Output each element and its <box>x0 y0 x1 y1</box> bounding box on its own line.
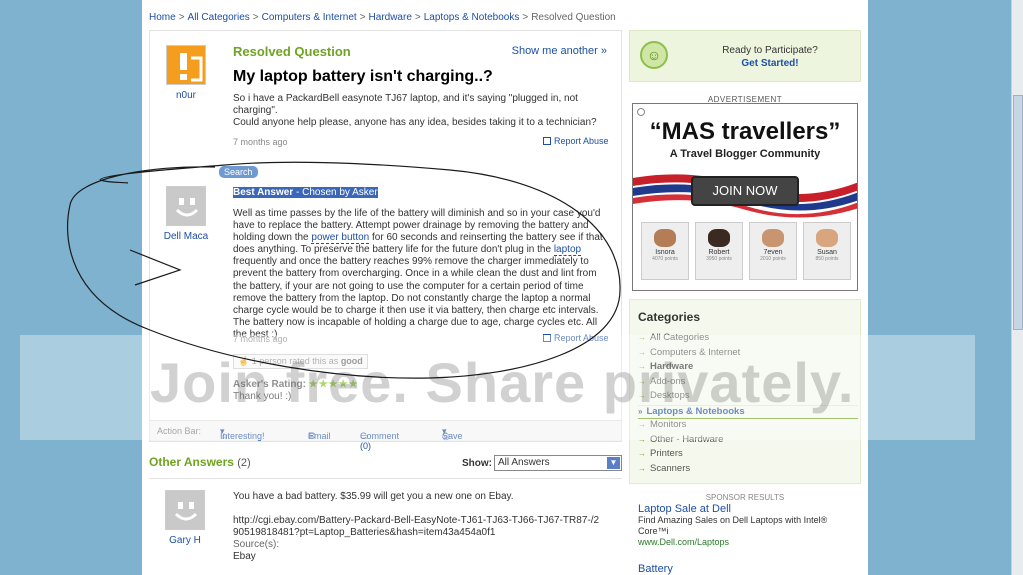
smiley-avatar-icon <box>174 502 198 521</box>
sponsor-title-next[interactable]: Battery <box>638 563 673 575</box>
ad-subheadline: A Travel Blogger Community <box>669 148 821 160</box>
other-answer-body: You have a bad battery. $35.99 will get … <box>233 491 603 563</box>
ad-people-row: Isnora 4070 points Robert 3950 points 7eve… <box>641 222 851 280</box>
breadcrumb-computers-internet[interactable]: Computers & Internet <box>262 12 357 23</box>
breadcrumb-home[interactable]: Home <box>149 12 176 23</box>
exclamation-avatar-icon <box>180 53 203 82</box>
breadcrumb-separator: > <box>522 12 529 23</box>
source-label: Source(s): <box>233 539 280 550</box>
person-photo <box>708 229 730 247</box>
person-points: 4070 points <box>652 256 678 262</box>
question-body: So i have a PackardBell easynote TJ67 la… <box>233 93 597 128</box>
page-container: Home > All Categories > Computers & Internet… <box>142 0 868 575</box>
breadcrumb-separator: > <box>252 12 259 23</box>
show-filter-select[interactable]: All Answers ▼ <box>494 455 622 471</box>
person-photo <box>816 229 838 247</box>
scrollbar-thumb[interactable] <box>1013 95 1023 330</box>
arrow-bullet-icon: → <box>638 449 646 458</box>
other-answer-line: You have a bad battery. $35.99 will get … <box>233 491 514 502</box>
show-another-link[interactable]: Show me another » <box>512 45 607 57</box>
other-answerer-name[interactable]: Gary H <box>155 535 215 546</box>
category-item-scanners[interactable]: → Scanners <box>638 463 858 478</box>
question-title: My laptop battery isn't charging..? <box>233 68 493 85</box>
ad-person-card: 7even 2010 points <box>749 222 797 280</box>
question-time: 7 months ago <box>233 137 288 147</box>
arrow-bullet-icon: → <box>638 463 646 473</box>
person-points: 3950 points <box>706 256 732 262</box>
breadcrumb-current: Resolved Question <box>531 12 616 23</box>
ad-person-card: Robert 3950 points <box>695 222 743 280</box>
best-answer-body: Well as time passes by the life of the b… <box>233 208 605 341</box>
report-abuse-question[interactable]: Report Abuse <box>543 136 609 146</box>
answer-text: frequently and once the battery reaches … <box>233 256 599 340</box>
categories-title: Categories <box>638 310 701 324</box>
report-abuse-label: Report Abuse <box>554 136 609 146</box>
person-name: Isnora <box>655 249 675 256</box>
page-scrollbar[interactable] <box>1011 0 1023 575</box>
breadcrumb-separator: > <box>359 12 366 23</box>
watermark-text: Join free. Share privately. <box>150 351 855 414</box>
other-answers-heading: Other Answers (2) <box>149 455 251 469</box>
category-label: Printers <box>650 448 683 459</box>
person-photo <box>654 229 676 247</box>
breadcrumb-laptops-notebooks[interactable]: Laptops & Notebooks <box>424 12 520 23</box>
flag-icon <box>543 137 551 145</box>
show-filter-value: All Answers <box>498 457 550 468</box>
ad-headline: “MAS travellers” <box>649 118 841 145</box>
answerer-avatar[interactable] <box>166 186 206 226</box>
answerer-name[interactable]: Dell Maca <box>156 231 216 242</box>
breadcrumb-hardware[interactable]: Hardware <box>369 12 412 23</box>
get-started-link[interactable]: Get Started! <box>690 58 850 69</box>
join-now-button[interactable]: JOIN NOW <box>691 176 799 206</box>
refresh-icon <box>637 108 645 116</box>
best-answer-label: Best Answer <box>233 187 294 198</box>
ad-person-card: Susan 850 points <box>803 222 851 280</box>
sponsor-result[interactable]: Laptop Sale at Dell Find Amazing Sales o… <box>638 503 853 547</box>
participate-box[interactable]: ☺ Ready to Participate? Get Started! <box>629 30 861 82</box>
show-filter-label: Show: <box>462 458 492 469</box>
person-name: 7even <box>763 249 783 256</box>
advertisement-banner[interactable]: “MAS travellers” A Travel Blogger Commun… <box>632 103 858 291</box>
breadcrumb-all-categories[interactable]: All Categories <box>188 12 250 23</box>
participate-text: Ready to Participate? <box>722 45 818 56</box>
category-label: Scanners <box>650 462 691 474</box>
best-answer-heading: Best Answer - Chosen by Asker <box>233 187 378 198</box>
person-name: Susan <box>817 249 837 256</box>
chosen-by-label: - Chosen by Asker <box>293 187 378 198</box>
power-button-link[interactable]: power button <box>311 232 370 245</box>
other-answer-url[interactable]: http://cgi.ebay.com/Battery-Packard-Bell… <box>233 515 603 539</box>
asker-name[interactable]: n0ur <box>156 90 216 101</box>
sponsor-results-label: SPONSOR RESULTS <box>705 493 785 502</box>
sponsor-url[interactable]: www.Dell.com/Laptops <box>638 537 853 547</box>
other-answers-count: (2) <box>237 457 251 469</box>
person-photo <box>762 229 784 247</box>
breadcrumb-separator: > <box>414 12 421 23</box>
smiley-icon: ☺ <box>640 41 668 69</box>
person-name: Robert <box>708 249 730 256</box>
person-points: 850 points <box>815 256 839 262</box>
asker-avatar[interactable] <box>166 45 206 85</box>
person-points: 2010 points <box>760 256 786 262</box>
chevron-down-icon: ▼ <box>607 457 620 469</box>
source-value: Ebay <box>233 551 256 562</box>
breadcrumb: Home > All Categories > Computers & Internet… <box>149 12 616 23</box>
sponsor-title[interactable]: Laptop Sale at Dell <box>638 503 853 515</box>
other-answerer-avatar[interactable] <box>165 490 205 530</box>
laptop-link[interactable]: laptop <box>553 244 582 257</box>
ad-person-card: Isnora 4070 points <box>641 222 689 280</box>
resolved-question-label: Resolved Question <box>233 44 351 59</box>
sponsor-description: Find Amazing Sales on Dell Laptops with … <box>638 515 828 536</box>
breadcrumb-separator: > <box>178 12 185 23</box>
other-answers-label: Other Answers <box>149 455 234 469</box>
smiley-avatar-icon <box>175 198 199 217</box>
category-item-printers[interactable]: → Printers <box>638 448 858 463</box>
search-tooltip[interactable]: Search <box>219 166 258 178</box>
